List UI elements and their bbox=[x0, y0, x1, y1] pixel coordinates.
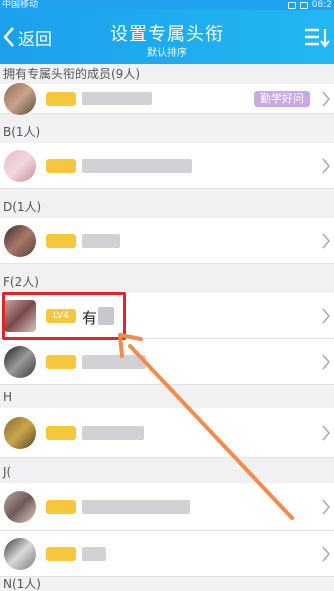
avatar bbox=[4, 491, 36, 523]
level-badge: LV4 bbox=[46, 309, 76, 323]
title-bar: 返回 设置专属头衔 默认排序 bbox=[0, 10, 334, 64]
member-row[interactable]: 勤学好问 bbox=[0, 83, 334, 115]
chevron-right-icon bbox=[322, 233, 330, 249]
avatar bbox=[4, 346, 36, 378]
section-header: J( bbox=[0, 462, 334, 482]
member-row[interactable] bbox=[0, 218, 334, 264]
member-name-blurred bbox=[82, 426, 144, 440]
level-badge bbox=[46, 547, 76, 561]
avatar bbox=[4, 417, 36, 449]
member-row[interactable]: LV4 有 bbox=[0, 293, 334, 339]
avatar bbox=[4, 83, 36, 115]
status-bar: 中国移动 08:2 bbox=[0, 0, 334, 10]
chevron-right-icon bbox=[322, 425, 330, 441]
chevron-right-icon bbox=[322, 354, 330, 370]
chevron-right-icon bbox=[322, 546, 330, 562]
member-row[interactable] bbox=[0, 531, 334, 577]
member-name-blurred bbox=[82, 92, 152, 105]
avatar bbox=[4, 538, 36, 570]
level-badge bbox=[46, 234, 76, 248]
member-name-blurred bbox=[82, 355, 146, 369]
clock: 08:2 bbox=[311, 0, 332, 10]
section-header: N(1人) bbox=[0, 577, 334, 591]
level-badge bbox=[46, 159, 76, 173]
avatar bbox=[4, 300, 36, 332]
chevron-right-icon bbox=[322, 499, 330, 515]
carrier-label: 中国移动 bbox=[2, 0, 39, 10]
page-title: 设置专属头衔 bbox=[110, 24, 224, 45]
level-badge bbox=[46, 92, 76, 106]
chevron-right-icon bbox=[322, 91, 330, 107]
member-name-blurred bbox=[98, 307, 114, 325]
member-name-blurred bbox=[82, 234, 120, 248]
member-row[interactable] bbox=[0, 408, 334, 458]
chevron-right-icon bbox=[322, 158, 330, 174]
signal-icon bbox=[287, 1, 296, 9]
level-badge bbox=[46, 426, 76, 440]
chevron-right-icon bbox=[322, 308, 330, 324]
section-header: B(1人) bbox=[0, 122, 334, 142]
section-header: F(2人) bbox=[0, 272, 334, 292]
member-name: 有 bbox=[82, 309, 98, 327]
member-name-blurred bbox=[82, 547, 106, 561]
title-badge: 勤学好问 bbox=[254, 91, 310, 107]
member-name-blurred bbox=[82, 500, 190, 514]
avatar bbox=[4, 150, 36, 182]
sort-menu-icon[interactable] bbox=[304, 26, 330, 48]
battery-icon bbox=[299, 1, 308, 9]
section-header: D(1人) bbox=[0, 197, 334, 217]
level-badge bbox=[46, 355, 76, 369]
member-row[interactable] bbox=[0, 483, 334, 531]
section-header: 拥有专属头衔的成员(9人) bbox=[0, 64, 334, 84]
member-row[interactable] bbox=[0, 143, 334, 189]
section-header: H bbox=[0, 387, 334, 407]
member-name-blurred bbox=[82, 159, 192, 173]
avatar bbox=[4, 225, 36, 257]
level-badge bbox=[46, 500, 76, 514]
member-row[interactable] bbox=[0, 339, 334, 385]
sort-subtitle[interactable]: 默认排序 bbox=[0, 44, 334, 59]
